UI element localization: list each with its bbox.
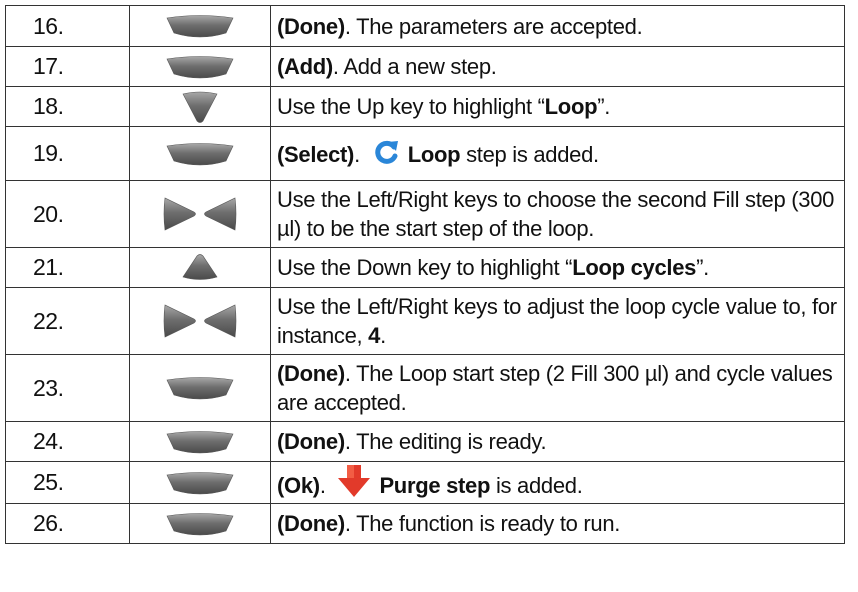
step-description: Use the Left/Right keys to choose the se…	[270, 180, 845, 248]
description-text: Use the Down key to highlight “	[277, 255, 573, 280]
description-bold-text: Loop cycles	[572, 255, 697, 280]
step-number: 21.	[5, 247, 130, 288]
table-row: 20. Use the Left/Right keys to choose the…	[5, 180, 845, 248]
description-bold-text: (Done)	[277, 13, 345, 39]
step-number: 20.	[5, 180, 130, 248]
step-number: 23.	[5, 354, 130, 422]
key-cell	[129, 461, 271, 504]
softkey-icon	[166, 55, 234, 78]
step-number: 16.	[5, 5, 130, 47]
up-key-icon	[182, 91, 218, 123]
softkey-icon	[166, 15, 234, 38]
step-description: Use the Down key to highlight “Loop cycl…	[270, 247, 845, 288]
description-bold-text: Loop	[407, 142, 461, 167]
description-text: . The parameters are accepted.	[344, 13, 643, 39]
table-row: 21. Use the Down key to highlight “Loop c…	[5, 247, 845, 288]
table-row: 16. (Done). The parameters are accepted.	[5, 5, 845, 47]
step-description: (Done). The editing is ready.	[270, 421, 845, 462]
key-cell	[129, 247, 271, 288]
step-number: 18.	[5, 86, 130, 127]
table-row: 26. (Done). The function is ready to run.	[5, 503, 845, 544]
description-text: Use the Left/Right keys to adjust the lo…	[277, 294, 837, 348]
description-text: ”.	[597, 94, 611, 119]
instruction-table: 16. (Done). The parameters are accepted. 1…	[5, 5, 845, 544]
description-text: . The editing is ready.	[344, 429, 547, 454]
key-cell	[129, 46, 271, 87]
description-bold-text: (Done)	[277, 361, 345, 386]
description-bold-text: 4	[368, 323, 381, 348]
loop-arrow-icon	[374, 140, 398, 164]
description-text: . Add a new step.	[332, 54, 497, 79]
key-cell	[129, 86, 271, 127]
step-number: 26.	[5, 503, 130, 544]
key-cell	[129, 5, 271, 47]
step-description: (Done). The parameters are accepted.	[270, 5, 845, 47]
table-row: 23. (Done). The Loop start step (2 Fill 3…	[5, 354, 845, 422]
step-description: (Ok). Purge step is added.	[270, 461, 845, 504]
table-row: 18. Use the Up key to highlight “Loop”.	[5, 86, 845, 127]
step-description: (Select). Loop step is added.	[270, 126, 845, 181]
description-bold-text: Loop	[544, 94, 598, 119]
softkey-icon	[166, 377, 234, 400]
description-text: . The Loop start step (2 Fill 300 µl) an…	[277, 361, 833, 415]
description-text: .	[354, 142, 366, 167]
step-number: 24.	[5, 421, 130, 462]
step-description: Use the Up key to highlight “Loop”.	[270, 86, 845, 127]
key-cell	[129, 287, 271, 355]
step-number: 19.	[5, 126, 130, 181]
table-row: 25. (Ok). Purge step is added.	[5, 461, 845, 504]
description-text: . The function is ready to run.	[344, 511, 621, 536]
table-row: 17. (Add). Add a new step.	[5, 46, 845, 87]
softkey-icon	[166, 512, 234, 535]
table-row: 24. (Done). The editing is ready.	[5, 421, 845, 462]
description-text: Use the Up key to highlight “	[277, 94, 545, 119]
description-bold-text: (Done)	[277, 511, 345, 536]
description-bold-text: (Ok)	[277, 473, 320, 498]
left-right-keys-icon	[163, 304, 237, 338]
description-bold-text: (Add)	[277, 54, 333, 79]
softkey-icon	[166, 471, 234, 494]
down-key-icon	[182, 253, 218, 280]
step-description: (Done). The Loop start step (2 Fill 300 …	[270, 354, 845, 422]
description-text: Use the Left/Right keys to choose the se…	[277, 187, 835, 241]
key-cell	[129, 354, 271, 422]
step-number: 22.	[5, 287, 130, 355]
description-text: is added.	[490, 473, 583, 498]
description-bold-text: Purge step	[379, 473, 491, 498]
red-down-arrow-icon	[338, 465, 371, 497]
description-text: .	[380, 323, 386, 348]
description-text: ”.	[696, 255, 709, 280]
softkey-icon	[166, 142, 234, 165]
key-cell	[129, 503, 271, 544]
step-number: 17.	[5, 46, 130, 87]
key-cell	[129, 421, 271, 462]
description-text: step is added.	[460, 142, 599, 167]
step-description: (Add). Add a new step.	[270, 46, 845, 87]
key-cell	[129, 180, 271, 248]
step-description: Use the Left/Right keys to adjust the lo…	[270, 287, 845, 355]
description-text: .	[319, 473, 332, 498]
step-number: 25.	[5, 461, 130, 504]
left-right-keys-icon	[163, 197, 237, 231]
table-row: 19. (Select). Loop step is added.	[5, 126, 845, 181]
table-row: 22. Use the Left/Right keys to adjust the…	[5, 287, 845, 355]
key-cell	[129, 126, 271, 181]
description-bold-text: (Done)	[277, 429, 345, 454]
softkey-icon	[166, 430, 234, 453]
instruction-table-body: 16. (Done). The parameters are accepted. 1…	[5, 5, 845, 544]
description-bold-text: (Select)	[277, 142, 355, 167]
step-description: (Done). The function is ready to run.	[270, 503, 845, 544]
